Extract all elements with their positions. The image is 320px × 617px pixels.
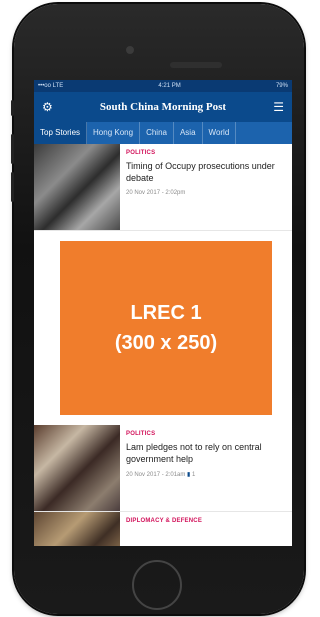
tab-china[interactable]: China [140, 122, 174, 144]
battery-text: 79% [275, 83, 288, 89]
ad-banner[interactable]: LREC 1 (300 x 250) [60, 241, 272, 415]
ad-label-line1: LREC 1 [130, 302, 202, 324]
time-text: 4:21 PM [158, 83, 181, 89]
front-camera-dot [126, 46, 134, 54]
article-item[interactable]: POLITICS Timing of Occupy prosecutions u… [34, 144, 292, 231]
tab-hong-kong[interactable]: Hong Kong [87, 122, 141, 144]
comment-count: 1 [192, 472, 196, 478]
article-headline[interactable]: Lam pledges not to rely on central gover… [126, 441, 286, 465]
article-category: POLITICS [126, 431, 156, 437]
status-bar: •••oo LTE 4:21 PM 79% [34, 80, 292, 92]
article-category: DIPLOMACY & DEFENCE [126, 518, 203, 524]
tab-world[interactable]: World [203, 122, 237, 144]
mute-switch [11, 100, 14, 116]
volume-down-button [11, 172, 14, 202]
volume-up-button [11, 134, 14, 164]
tab-top-stories[interactable]: Top Stories [34, 122, 88, 144]
article-thumbnail [34, 425, 120, 511]
article-item[interactable]: POLITICS Lam pledges not to rely on cent… [34, 425, 292, 512]
app-title: South China Morning Post [99, 101, 227, 113]
tab-asia[interactable]: Asia [174, 122, 203, 144]
ad-slot: LREC 1 (300 x 250) [34, 231, 292, 425]
article-date: 20 Nov 2017 - 2:02pm [126, 190, 186, 196]
article-headline[interactable]: Timing of Occupy prosecutions under deba… [126, 160, 286, 184]
comment-icon: ▮ [187, 472, 191, 478]
app-header: ⚙ South China Morning Post ☰ [34, 92, 292, 122]
gear-icon[interactable]: ⚙ [42, 100, 53, 114]
article-thumbnail [34, 512, 120, 546]
earpiece-speaker [170, 62, 222, 68]
article-thumbnail [34, 144, 120, 230]
article-item[interactable]: DIPLOMACY & DEFENCE [34, 512, 292, 546]
carrier-text: •••oo LTE [38, 83, 64, 89]
app-screen: •••oo LTE 4:21 PM 79% ⚙ South China Morn… [34, 80, 292, 546]
ad-label-line2: (300 x 250) [114, 332, 218, 354]
article-date: 20 Nov 2017 - 2:01am ▮ 1 [126, 472, 196, 478]
article-category: POLITICS [126, 150, 156, 156]
section-tabs: Top Stories Hong Kong China Asia World [34, 122, 292, 144]
home-button[interactable] [132, 560, 182, 610]
menu-icon[interactable]: ☰ [273, 100, 284, 114]
